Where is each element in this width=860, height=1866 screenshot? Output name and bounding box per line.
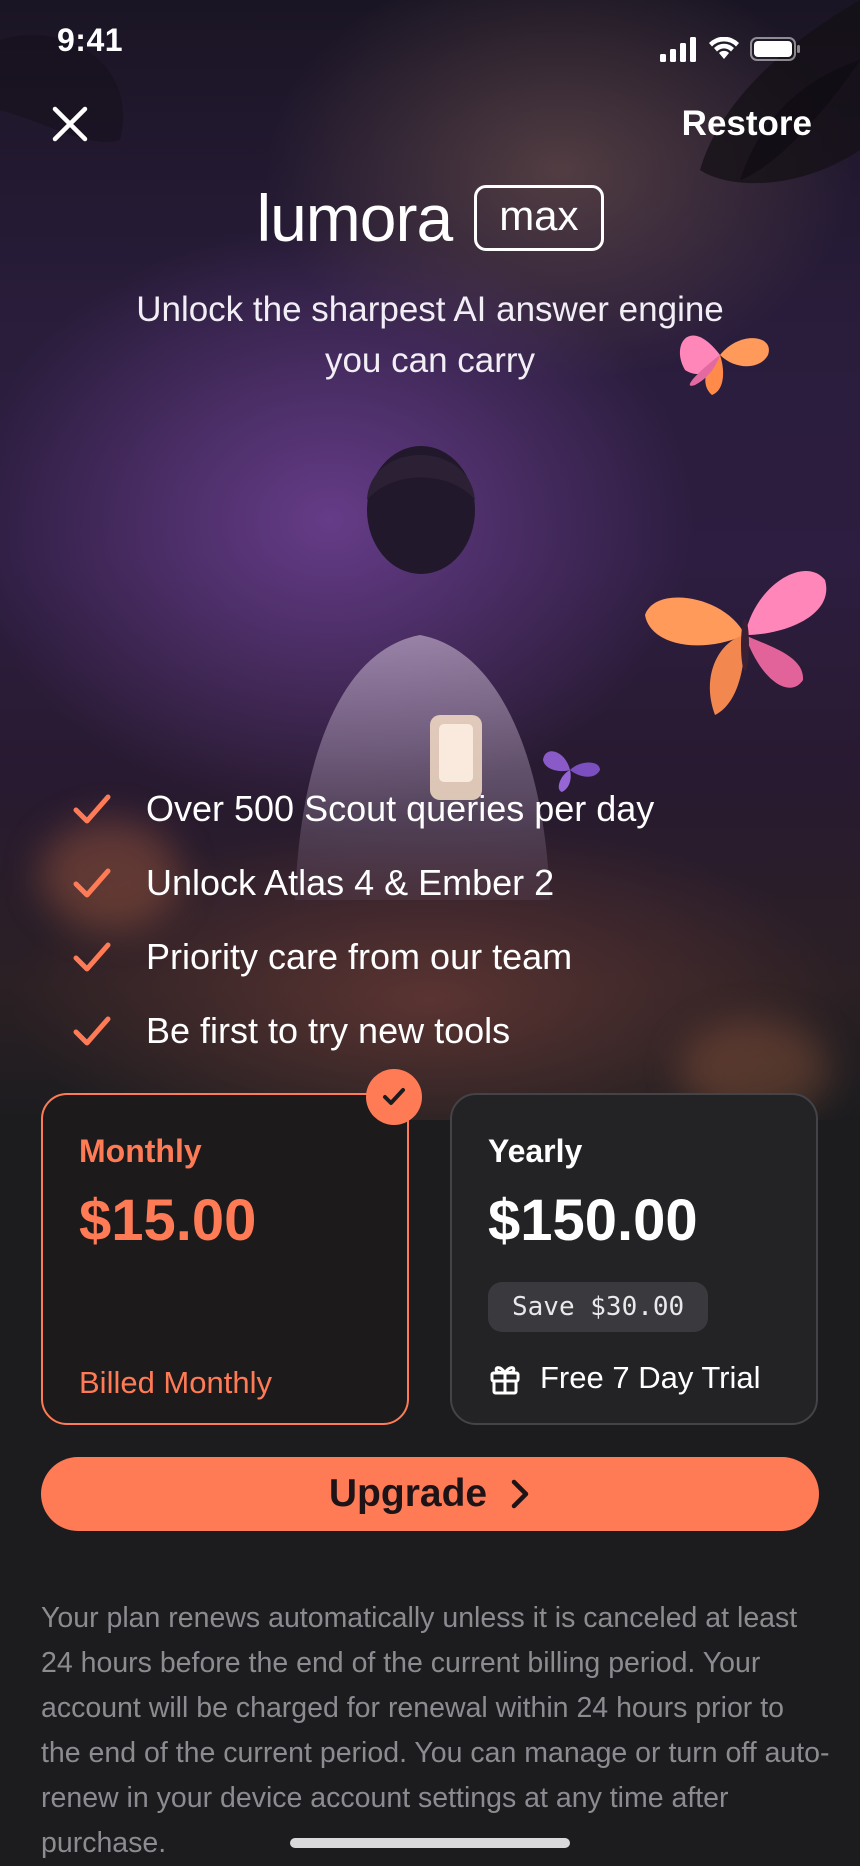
feature-text: Over 500 Scout queries per day	[146, 788, 655, 829]
feature-item: Unlock Atlas 4 & Ember 2	[72, 846, 654, 920]
butterfly-large	[645, 571, 827, 715]
checkmark-icon	[383, 1088, 405, 1105]
home-indicator[interactable]	[290, 1838, 570, 1848]
subtitle-line-2: you can carry	[324, 341, 536, 380]
billing-note: Billed Monthly	[79, 1365, 272, 1400]
restore-button[interactable]: Restore	[682, 104, 812, 144]
feature-item: Be first to try new tools	[72, 994, 654, 1068]
upgrade-button[interactable]: Upgrade	[41, 1457, 819, 1531]
check-icon	[73, 794, 111, 824]
savings-badge: Save $30.00	[488, 1282, 709, 1332]
plan-card-yearly[interactable]: Yearly $150.00 Save $30.00 Free 7 Day Tr…	[450, 1093, 818, 1425]
selected-badge	[366, 1069, 422, 1125]
check-icon	[73, 868, 111, 898]
free-trial-label: Free 7 Day Trial	[540, 1360, 761, 1395]
plan-name: Monthly	[79, 1133, 202, 1169]
feature-text: Priority care from our team	[146, 936, 573, 977]
brand-tier-badge: max	[474, 185, 604, 251]
plan-price: $15.00	[79, 1188, 257, 1253]
feature-item: Priority care from our team	[72, 920, 654, 994]
check-icon	[73, 1016, 111, 1046]
plan-name: Yearly	[488, 1133, 583, 1169]
wifi-icon	[709, 37, 739, 59]
close-icon	[52, 106, 88, 142]
renewal-disclaimer: Your plan renews automatically unless it…	[41, 1602, 830, 1859]
gift-icon	[490, 1366, 520, 1395]
free-trial-note: Free 7 Day Trial	[488, 1360, 761, 1396]
plan-price: $150.00	[488, 1188, 698, 1253]
feature-text: Unlock Atlas 4 & Ember 2	[146, 862, 555, 903]
chevron-right-icon	[511, 1479, 529, 1509]
status-icons	[660, 36, 802, 62]
feature-list: Over 500 Scout queries per day Unlock At…	[72, 772, 654, 1068]
upgrade-button-label: Upgrade	[328, 1472, 488, 1515]
feature-text: Be first to try new tools	[146, 1010, 511, 1051]
feature-item: Over 500 Scout queries per day	[72, 772, 654, 846]
plan-card-monthly[interactable]: Monthly $15.00 Billed Monthly	[41, 1093, 409, 1425]
subtitle: Unlock the sharpest AI answer engine you…	[80, 284, 780, 386]
subtitle-line-1: Unlock the sharpest AI answer engine	[136, 290, 724, 329]
status-time: 9:41	[57, 22, 124, 58]
close-button[interactable]	[50, 104, 90, 144]
battery-icon	[750, 37, 800, 61]
brand-lockup: lumora max	[0, 180, 860, 256]
cellular-signal-icon	[660, 37, 696, 62]
brand-name: lumora	[256, 181, 453, 255]
check-icon	[73, 942, 111, 972]
